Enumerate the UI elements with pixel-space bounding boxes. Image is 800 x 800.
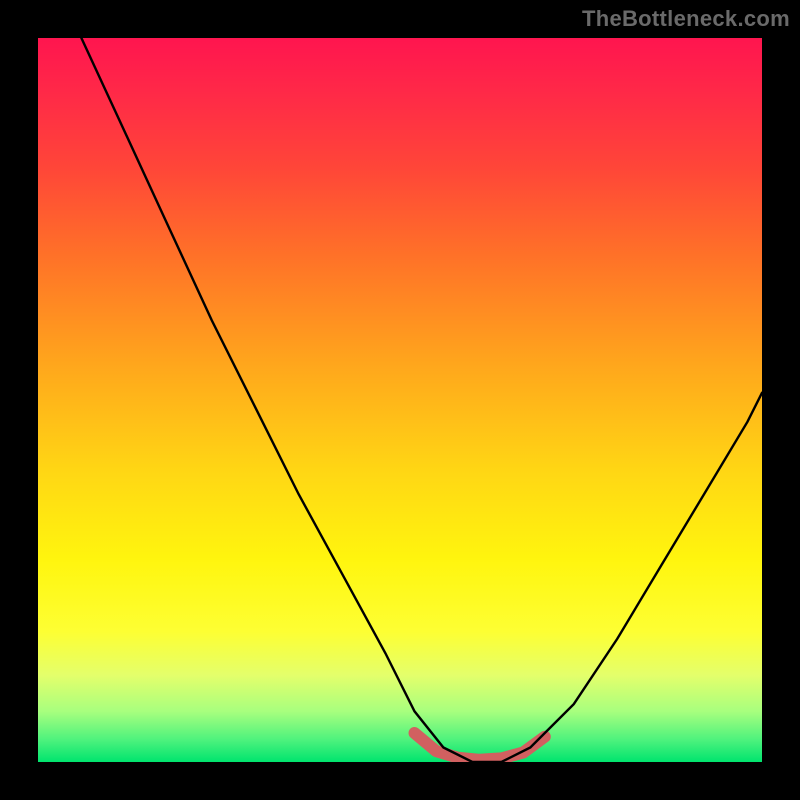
mismatch-curve: [81, 38, 762, 762]
curve-layer: [38, 38, 762, 762]
plot-area: [38, 38, 762, 762]
chart-frame: TheBottleneck.com: [0, 0, 800, 800]
attribution-text: TheBottleneck.com: [582, 6, 790, 32]
